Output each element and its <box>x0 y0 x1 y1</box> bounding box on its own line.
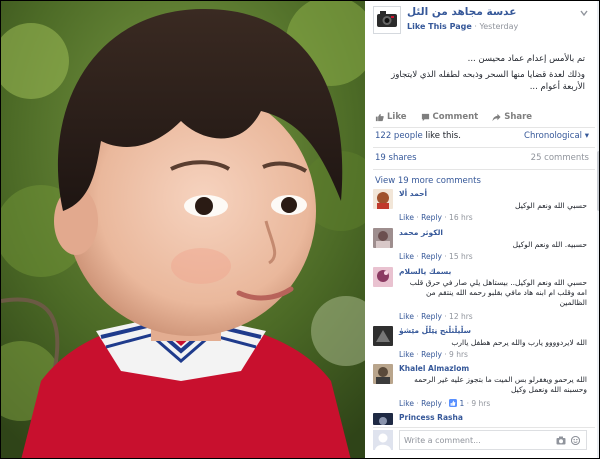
like-label: Like <box>387 112 407 122</box>
comment-time[interactable]: 12 hrs <box>449 312 473 321</box>
comment-like-link[interactable]: Like <box>399 399 414 408</box>
divider <box>373 127 595 128</box>
comment-reply-link[interactable]: Reply <box>421 312 442 321</box>
comment-like-link[interactable]: Like <box>399 312 414 321</box>
comment-reply-link[interactable]: Reply <box>421 399 442 408</box>
comment-meta: Like · Reply · 15 hrs <box>399 252 473 261</box>
comment-button[interactable]: Comment <box>421 112 479 122</box>
likes-count-link[interactable]: 122 people <box>375 131 423 141</box>
comment-text: الله يرحمو ويغفرلو بس الميت ما بتجوز علي… <box>414 375 587 394</box>
comment-reply-link[interactable]: Reply <box>421 350 442 359</box>
avatar[interactable] <box>373 413 393 425</box>
avatar[interactable] <box>373 326 393 346</box>
divider <box>373 147 595 148</box>
shares-summary: 19 shares 25 comments <box>375 153 589 167</box>
like-page-link[interactable]: Like This Page <box>407 22 472 31</box>
sticker-icon[interactable] <box>570 435 581 447</box>
comment-item: بسمك يالسلام حسبي الله ونعم الوكيل.. بيس… <box>373 267 587 323</box>
post-meta: Like This Page · Yesterday <box>407 22 518 31</box>
post-text-line: وذلك لعدة قضايا منها السحر وذبحه لطفله ا… <box>391 70 585 92</box>
avatar[interactable] <box>373 267 393 287</box>
write-comment-box: Write a comment... <box>373 429 589 451</box>
share-label: Share <box>504 112 533 122</box>
view-more-comments-link[interactable]: View 19 more comments <box>375 176 481 186</box>
comment-meta: Like · Reply · 16 hrs <box>399 213 473 222</box>
like-button[interactable]: Like <box>375 112 407 122</box>
likes-summary: 122 people like this. Chronological ▾ <box>375 131 589 145</box>
post-panel: عدسة مجاهد من الئل Like This Page · Yest… <box>367 1 599 458</box>
comment-order-label: Chronological <box>524 131 583 141</box>
post-header: عدسة مجاهد من الئل Like This Page · Yest… <box>373 6 593 42</box>
page-logo-icon[interactable] <box>373 6 401 34</box>
comment-like-link[interactable]: Like <box>399 350 414 359</box>
post-photo[interactable] <box>1 1 365 458</box>
post-time[interactable]: Yesterday <box>479 22 518 31</box>
comment-item: سڵيڵثڵنج ڼێڵڵ مێشۈ الله لايردوووو يارب و… <box>373 326 587 360</box>
share-button[interactable]: Share <box>492 112 532 122</box>
post-body: تم بالأمس إعدام عماد محيسن ... وذلك لعدة… <box>375 53 585 97</box>
comment-meta: Like · Reply · 9 hrs <box>399 350 468 359</box>
camera-icon[interactable] <box>556 436 566 447</box>
comment-like-link[interactable]: Like <box>399 213 414 222</box>
comment-author[interactable]: أحمد ألا <box>399 189 427 198</box>
like-icon <box>375 113 384 121</box>
thumbs-up-icon[interactable] <box>449 399 458 407</box>
comments-count[interactable]: 25 comments <box>531 153 589 163</box>
comment-label: Comment <box>432 112 479 122</box>
comment-item: Khalel Almazlom الله يرحمو ويغفرلو بس ال… <box>373 364 587 410</box>
comment-input[interactable]: Write a comment... <box>399 430 587 450</box>
chevron-down-icon: ▾ <box>584 131 589 141</box>
avatar <box>373 430 393 450</box>
comment-input-placeholder: Write a comment... <box>404 436 481 445</box>
comment-order-dropdown[interactable]: Chronological ▾ <box>524 131 589 141</box>
divider <box>373 169 595 170</box>
post-text-line: تم بالأمس إعدام عماد محيسن ... <box>467 54 585 64</box>
comment-item: أحمد ألا حسبي الله ونعم الوكيل Like · Re… <box>373 189 587 225</box>
share-icon <box>492 113 501 121</box>
comment-text: الله لايردوووو يارب والله يرحم هطفل ياار… <box>451 338 587 347</box>
comment-text: حسبي الله ونعم الوكيل.. بيستاهل يلي صار … <box>409 278 587 307</box>
page-name[interactable]: عدسة مجاهد من الئل <box>407 6 516 18</box>
input-icons <box>556 435 581 447</box>
comment-item: Princess Rasha <box>373 413 587 427</box>
comment-author[interactable]: الكوثر محمد <box>399 228 443 237</box>
chevron-down-icon[interactable] <box>579 8 589 18</box>
comment-author[interactable]: سڵيڵثڵنج ڼێڵڵ مێشۈ <box>399 326 471 335</box>
comment-time[interactable]: 16 hrs <box>449 213 473 222</box>
avatar[interactable] <box>373 228 393 248</box>
comment-item: الكوثر محمد حسبيه. الله ونعم الوكيل Like… <box>373 228 587 264</box>
avatar[interactable] <box>373 189 393 209</box>
comment-time[interactable]: 9 hrs <box>471 399 490 408</box>
comment-icon <box>421 113 429 121</box>
comment-like-link[interactable]: Like <box>399 252 414 261</box>
avatar[interactable] <box>373 364 393 384</box>
comment-time[interactable]: 9 hrs <box>449 350 468 359</box>
comment-meta: Like · Reply · 1 · 9 hrs <box>399 399 491 408</box>
comment-meta: Like · Reply · 12 hrs <box>399 312 473 321</box>
post-actions: Like Comment Share <box>375 109 585 125</box>
meta-separator: · <box>474 22 477 31</box>
likes-suffix: like this. <box>422 131 461 141</box>
comment-author[interactable]: بسمك يالسلام <box>399 267 451 276</box>
shares-link[interactable]: 19 shares <box>375 153 417 163</box>
divider <box>373 427 595 428</box>
comment-like-count[interactable]: 1 <box>459 399 464 408</box>
photo-viewer: عدسة مجاهد من الئل Like This Page · Yest… <box>0 0 600 459</box>
comment-time[interactable]: 15 hrs <box>449 252 473 261</box>
comment-author[interactable]: Khalel Almazlom <box>399 364 469 373</box>
comment-reply-link[interactable]: Reply <box>421 252 442 261</box>
comment-author[interactable]: Princess Rasha <box>399 413 463 422</box>
comment-text: حسبيه. الله ونعم الوكيل <box>512 240 587 249</box>
comment-reply-link[interactable]: Reply <box>421 213 442 222</box>
comment-text: حسبي الله ونعم الوكيل <box>515 201 587 210</box>
